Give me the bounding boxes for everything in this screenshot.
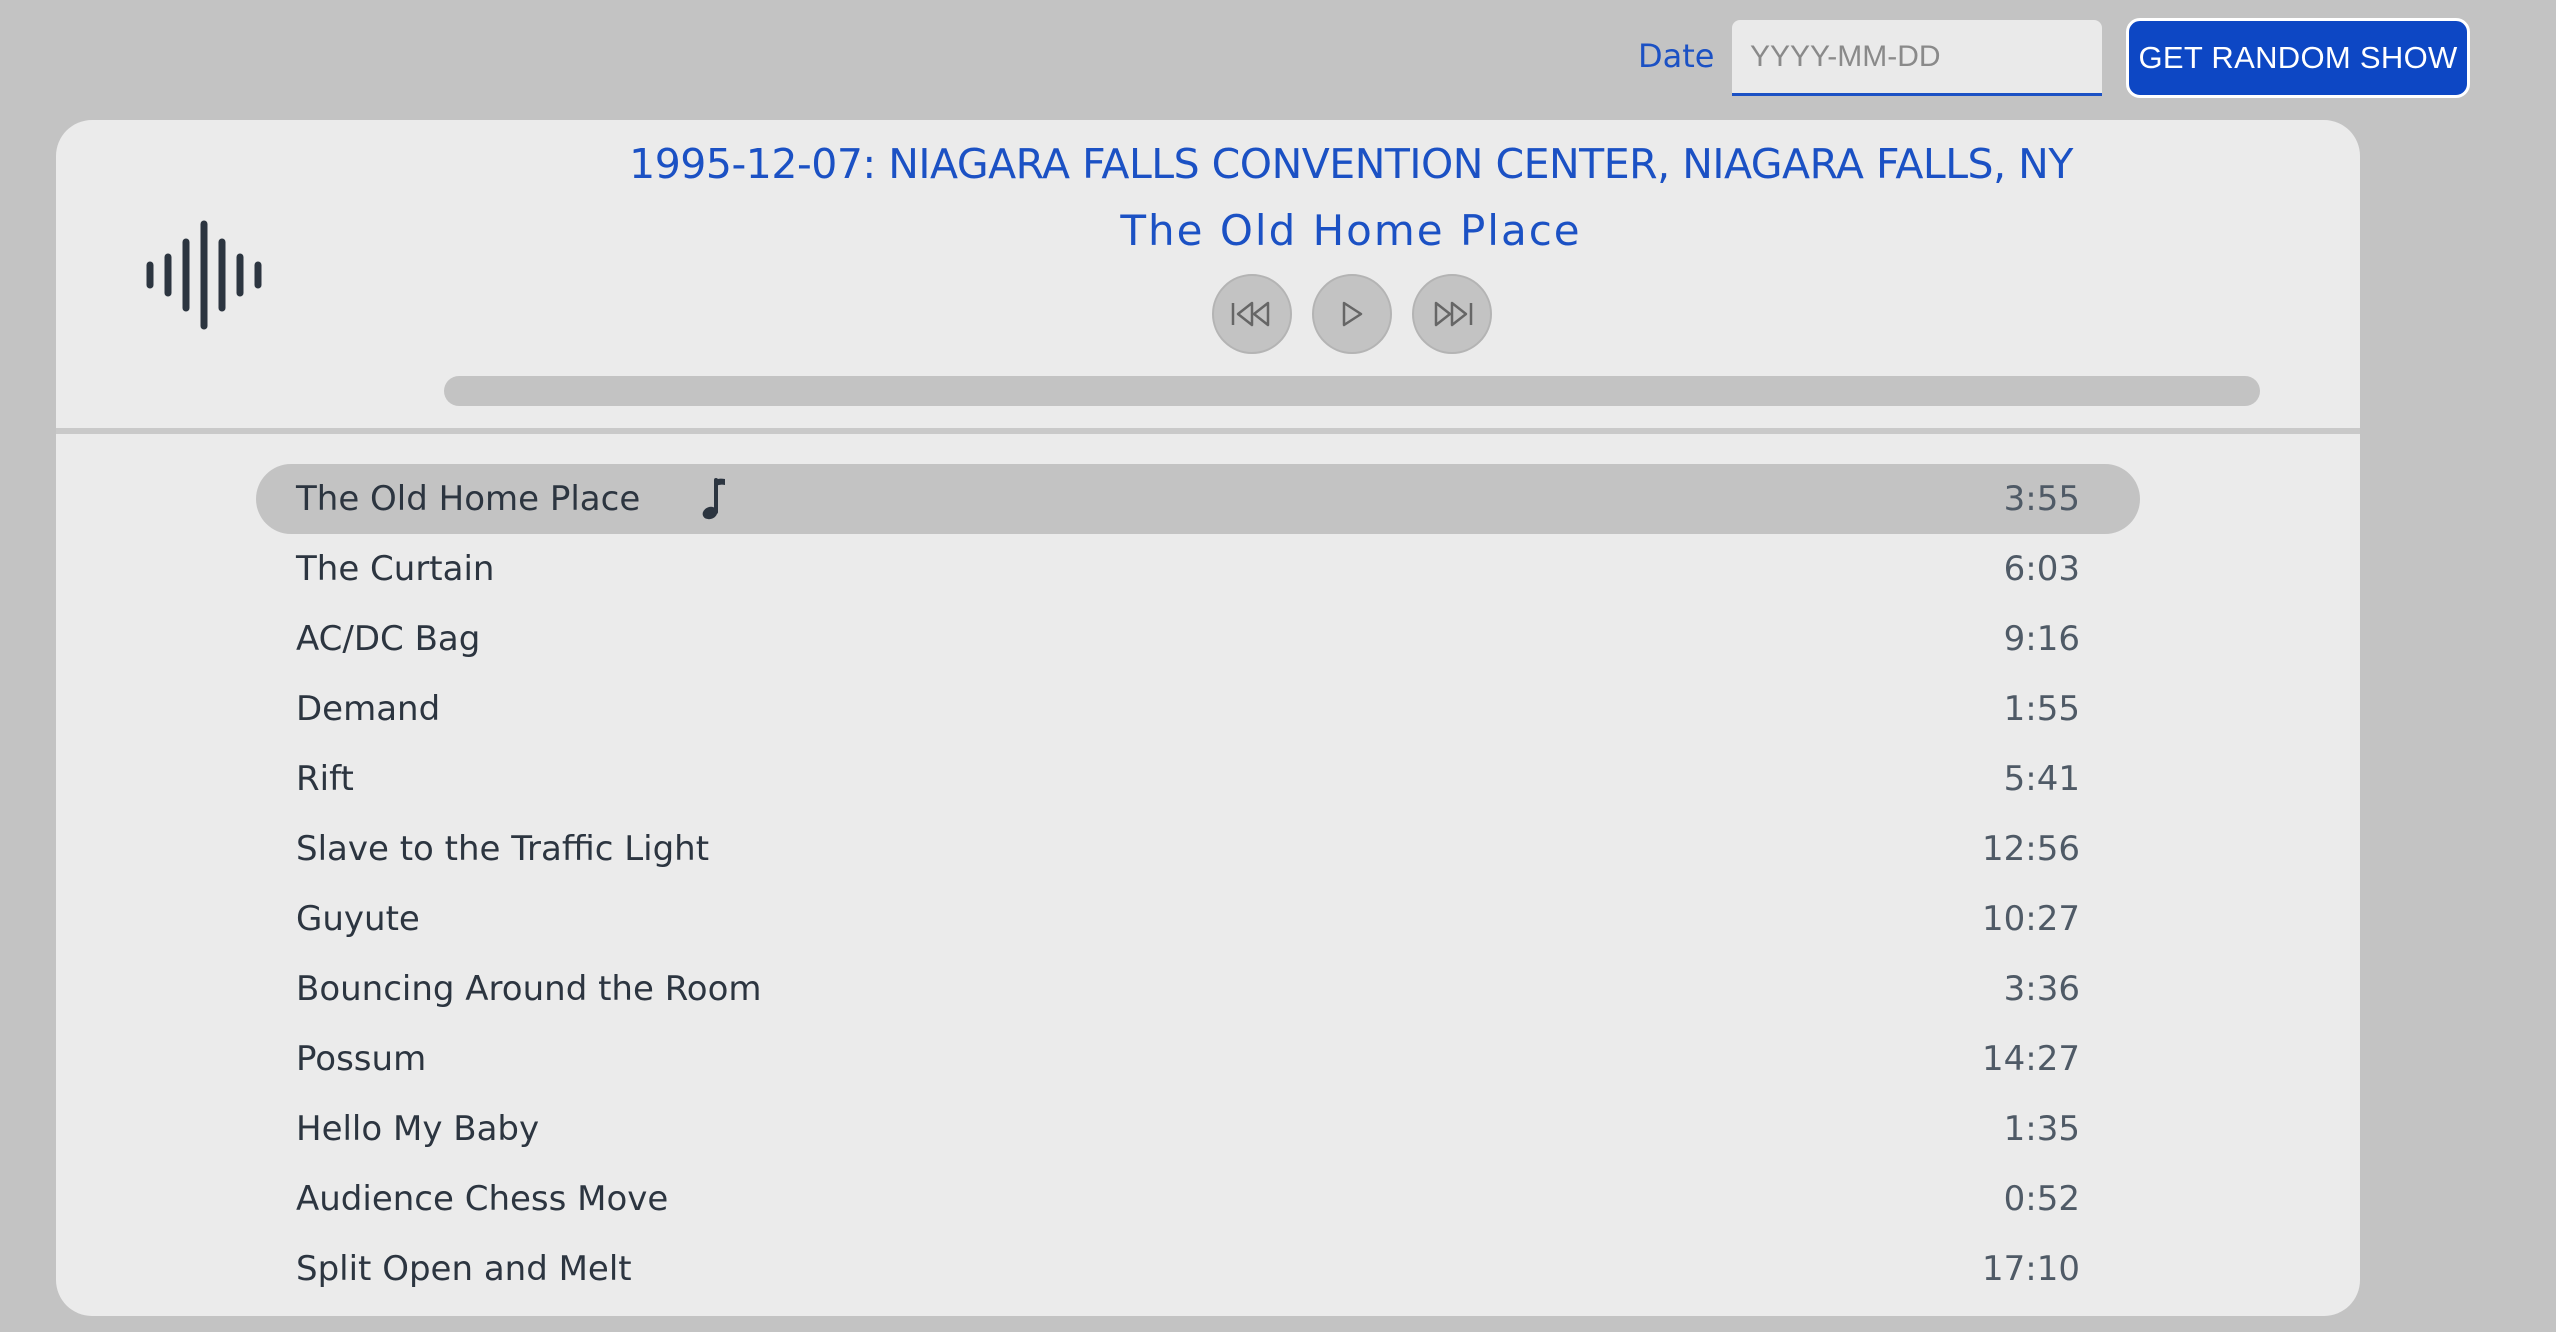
track-duration: 1:35 [2003,1109,2080,1149]
track-title: Slave to the Traffic Light [296,829,710,869]
track-title: Demand [296,689,441,729]
track-title: Bouncing Around the Room [296,969,762,1009]
track-duration: 5:41 [2003,759,2080,799]
track-title: Audience Chess Move [296,1179,669,1219]
track-duration: 1:55 [2003,689,2080,729]
track-row[interactable]: Bouncing Around the Room 3:36 [256,954,2140,1024]
get-random-show-button[interactable]: GET RANDOM SHOW [2126,18,2470,98]
track-row[interactable]: Slave to the Traffic Light 12:56 [256,814,2140,884]
progress-bar[interactable] [444,376,2260,406]
track-title: Rift [296,759,354,799]
show-title: 1995-12-07: NIAGARA FALLS CONVENTION CEN… [629,140,2073,188]
previous-track-button[interactable] [1212,274,1292,354]
track-duration: 10:27 [1982,899,2080,939]
track-row[interactable]: Audience Chess Move 0:52 [256,1164,2140,1234]
track-duration: 3:55 [2003,479,2080,519]
track-row[interactable]: AC/DC Bag 9:16 [256,604,2140,674]
date-label: Date [1638,37,1715,75]
track-row[interactable]: The Curtain 6:03 [256,534,2140,604]
track-duration: 17:10 [1982,1249,2080,1289]
track-duration: 0:52 [2003,1179,2080,1219]
track-row[interactable]: Split Open and Melt 17:10 [256,1234,2140,1304]
play-button[interactable] [1312,274,1392,354]
track-title: AC/DC Bag [296,619,481,659]
track-duration: 6:03 [2003,549,2080,589]
track-row[interactable]: Guyute 10:27 [256,884,2140,954]
track-duration: 12:56 [1982,829,2080,869]
track-title: Guyute [296,899,420,939]
track-title: Hello My Baby [296,1109,540,1149]
track-row[interactable]: Demand 1:55 [256,674,2140,744]
track-row[interactable]: Possum 14:27 [256,1024,2140,1094]
skip-forward-icon [1434,301,1473,327]
track-title: The Old Home Place [296,479,641,519]
track-duration: 3:36 [2003,969,2080,1009]
track-duration: 14:27 [1982,1039,2080,1079]
next-track-button[interactable] [1412,274,1492,354]
date-input[interactable] [1732,20,2102,96]
skip-back-icon [1231,301,1270,327]
play-icon [1342,301,1363,327]
track-row[interactable]: Hello My Baby 1:35 [256,1094,2140,1164]
track-title: Split Open and Melt [296,1249,632,1289]
now-playing-title: The Old Home Place [1120,206,1582,255]
divider [56,428,2360,434]
track-list: The Old Home Place 3:55 The Curtain 6:03… [256,464,2140,1304]
track-row[interactable]: Rift 5:41 [256,744,2140,814]
player-card: 1995-12-07: NIAGARA FALLS CONVENTION CEN… [56,120,2360,1316]
track-title: Possum [296,1039,427,1079]
track-row[interactable]: The Old Home Place 3:55 [256,464,2140,534]
track-duration: 9:16 [2003,619,2080,659]
track-title: The Curtain [296,549,495,589]
music-note-icon [702,478,725,520]
